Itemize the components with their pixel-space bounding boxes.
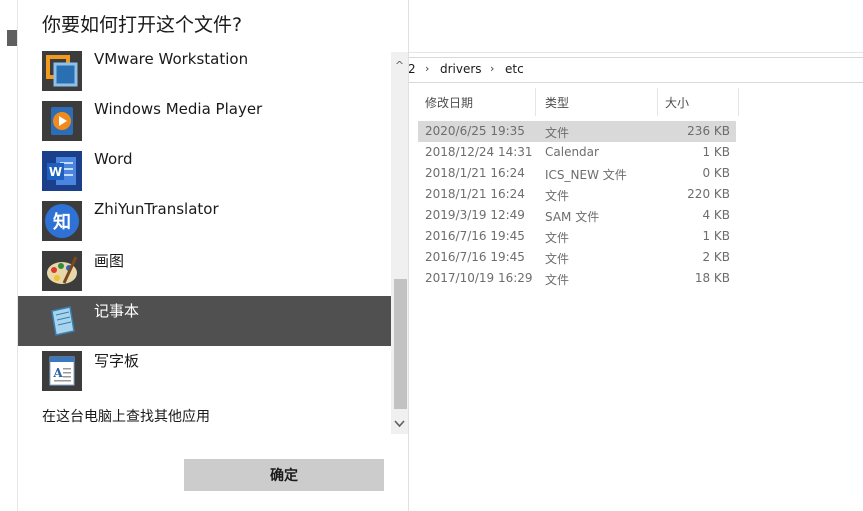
app-item-word[interactable]: W Word (18, 146, 391, 196)
file-size: 2 KB (702, 250, 730, 264)
file-size: 0 KB (702, 166, 730, 180)
wordpad-icon: A (42, 351, 82, 391)
breadcrumb-chevron-icon[interactable]: › (490, 62, 494, 75)
app-item-paint[interactable]: 画图 (18, 246, 391, 296)
app-item-zhiyun-translator[interactable]: 知 ZhiYunTranslator (18, 196, 391, 246)
file-date: 2016/7/16 19:45 (425, 229, 525, 243)
file-size: 220 KB (687, 187, 730, 201)
breadcrumb-item-etc[interactable]: etc (505, 62, 524, 76)
file-date: 2017/10/19 16:29 (425, 271, 533, 285)
file-date: 2018/1/21 16:24 (425, 166, 525, 180)
open-with-dialog: 你要如何打开这个文件? VMware Workstation Windows M… (18, 0, 408, 511)
column-divider[interactable] (738, 88, 739, 116)
app-item-windows-media-player[interactable]: Windows Media Player (18, 96, 391, 146)
scroll-thumb[interactable] (394, 279, 407, 409)
app-label: ZhiYunTranslator (94, 200, 219, 218)
word-icon: W (42, 151, 82, 191)
address-bar[interactable]: 2 › drivers › etc (408, 57, 863, 83)
dialog-title: 你要如何打开这个文件? (42, 14, 243, 36)
file-type: 文件 (545, 189, 570, 203)
file-date: 2020/6/25 19:35 (425, 124, 525, 138)
media-player-icon (42, 101, 82, 141)
file-date: 2018/1/21 16:24 (425, 187, 525, 201)
ok-button[interactable]: 确定 (184, 459, 384, 491)
find-more-apps-link[interactable]: 在这台电脑上查找其他应用 (42, 406, 210, 426)
file-size: 4 KB (702, 208, 730, 222)
app-item-vmware-workstation[interactable]: VMware Workstation (18, 46, 391, 96)
app-label: Windows Media Player (94, 100, 263, 118)
file-row[interactable]: 2016/7/16 19:45 文件 2 KB (418, 247, 736, 268)
column-header-type[interactable]: 类型 (545, 94, 569, 111)
app-label: Word (94, 150, 133, 168)
file-row[interactable]: 2018/12/24 14:31 Calendar 1 KB (418, 142, 736, 163)
file-type: 文件 (545, 231, 570, 245)
svg-text:A: A (52, 366, 63, 380)
app-label: 记事本 (94, 302, 140, 320)
file-date: 2018/12/24 14:31 (425, 145, 533, 159)
column-header-size[interactable]: 大小 (665, 94, 689, 111)
file-date: 2019/3/19 12:49 (425, 208, 525, 222)
zhiyun-translator-icon: 知 (42, 201, 82, 241)
file-type: 文件 (545, 252, 570, 266)
svg-text:知: 知 (53, 211, 71, 233)
vmware-icon (42, 51, 82, 91)
file-row[interactable]: 2019/3/19 12:49 SAM 文件 4 KB (418, 205, 736, 226)
app-label: 写字板 (94, 352, 140, 370)
app-item-wordpad[interactable]: A 写字板 (18, 346, 391, 396)
paint-icon (42, 251, 82, 291)
file-row[interactable]: 2018/1/21 16:24 ICS_NEW 文件 0 KB (418, 163, 736, 184)
file-type: Calendar (545, 145, 599, 159)
explorer-left-edge (0, 0, 18, 511)
file-type: ICS_NEW 文件 (545, 168, 627, 182)
explorer-ribbon-area (408, 0, 863, 53)
file-size: 236 KB (687, 124, 730, 138)
breadcrumb-chevron-icon[interactable]: › (425, 62, 429, 75)
app-list-scrollbar[interactable]: ^ (391, 52, 408, 434)
column-header-date[interactable]: 修改日期 (425, 94, 473, 111)
file-row[interactable]: 2016/7/16 19:45 文件 1 KB (418, 226, 736, 247)
scroll-up-arrow-icon[interactable]: ^ (391, 57, 408, 74)
file-type: SAM 文件 (545, 210, 600, 224)
app-item-notepad[interactable]: 记事本 (18, 296, 391, 346)
explorer-edge-marker (7, 30, 18, 46)
svg-text:W: W (49, 165, 62, 179)
file-size: 18 KB (694, 271, 730, 285)
file-date: 2016/7/16 19:45 (425, 250, 525, 264)
file-size: 1 KB (702, 145, 730, 159)
file-size: 1 KB (702, 229, 730, 243)
scroll-down-chevron-icon[interactable] (391, 416, 408, 433)
file-row[interactable]: 2020/6/25 19:35 文件 236 KB (418, 121, 736, 142)
breadcrumb-item[interactable]: 2 (408, 62, 416, 76)
file-type: 文件 (545, 273, 570, 287)
column-headers: 修改日期 类型 大小 (408, 88, 863, 116)
app-label: VMware Workstation (94, 50, 249, 68)
app-label: 画图 (94, 252, 125, 270)
breadcrumb-item-drivers[interactable]: drivers (440, 62, 482, 76)
file-type: 文件 (545, 126, 570, 140)
notepad-icon (42, 301, 82, 341)
file-row[interactable]: 2017/10/19 16:29 文件 18 KB (418, 268, 736, 289)
column-divider[interactable] (657, 88, 658, 116)
file-row[interactable]: 2018/1/21 16:24 文件 220 KB (418, 184, 736, 205)
column-divider[interactable] (535, 88, 536, 116)
